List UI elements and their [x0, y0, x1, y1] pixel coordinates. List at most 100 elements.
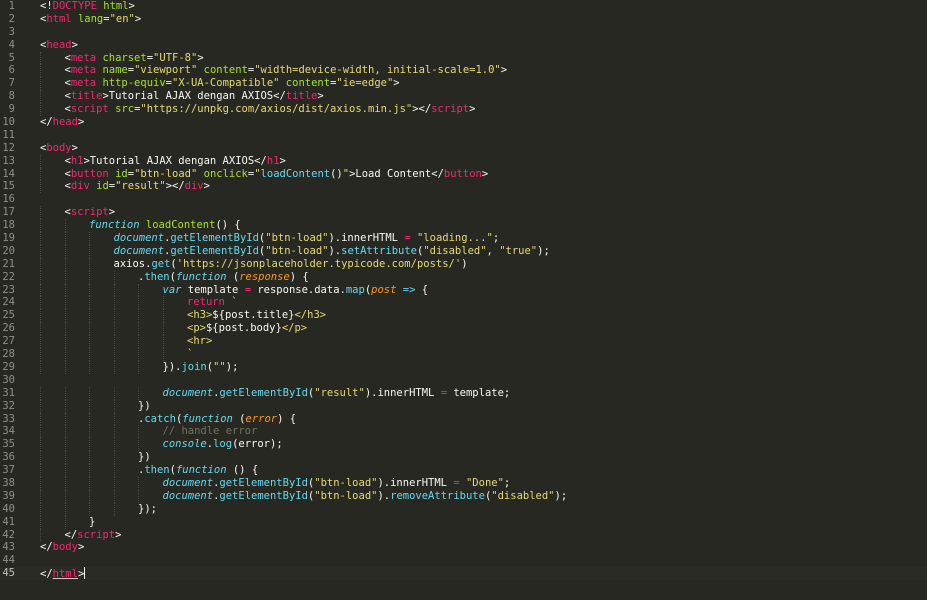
code-line[interactable]: 26 <p>${post.body}</p>	[0, 322, 927, 336]
indent-guide	[89, 348, 90, 361]
code-line[interactable]: 2 <html lang="en">	[0, 13, 927, 26]
line-number: 19	[2, 232, 15, 245]
indent-guide	[64, 515, 66, 529]
code-line[interactable]: 9 <script src="https://unpkg.com/axios/di…	[0, 103, 927, 117]
code-line[interactable]: 20 document.getElementById("btn-load").se…	[0, 244, 927, 258]
code-token: >	[71, 38, 78, 51]
line-number: 10	[2, 116, 15, 129]
indent-guide	[40, 167, 41, 181]
code-token: onclick	[203, 167, 248, 180]
code-editor[interactable]: 1 <!DOCTYPE html> 2 <html lang="en"> 3 4 <head…	[0, 0, 927, 600]
code-line[interactable]: 29}).join("");	[0, 360, 927, 374]
indent-guide	[64, 283, 66, 297]
code-line[interactable]: 8 <title>Tutorial AJAX dengan AXIOS</titl…	[0, 90, 927, 104]
indent-guide	[64, 476, 66, 490]
indent-guide	[40, 438, 41, 452]
code-token: h1	[266, 154, 280, 167]
code-line[interactable]: 21 axios.get('https://jsonplaceholder.typ…	[0, 257, 927, 271]
indent-guide	[162, 309, 164, 323]
line-number: 12	[2, 141, 15, 154]
code-lines[interactable]: 1 <!DOCTYPE html> 2 <html lang="en"> 3 4 <head…	[0, 0, 927, 580]
code-text: </html>	[40, 567, 86, 581]
indent-guide	[40, 257, 41, 271]
code-token: meta	[70, 51, 97, 64]
code-line[interactable]: 25 <h3>${post.title}</h3>	[0, 309, 927, 323]
text-caret	[84, 567, 86, 580]
code-line[interactable]: 36})	[0, 451, 927, 465]
code-token: script	[77, 528, 116, 541]
code-line[interactable]: 19 document.getElementById("btn-load").in…	[0, 232, 927, 245]
code-line[interactable]: 12 <body>	[0, 142, 927, 155]
code-line[interactable]: 11	[0, 129, 927, 142]
code-line[interactable]: 1 <!DOCTYPE html>	[0, 0, 927, 13]
indent-guide	[113, 438, 115, 452]
code-text: })	[138, 451, 151, 464]
indent-guide	[138, 283, 139, 297]
code-line[interactable]: 16	[0, 193, 927, 206]
code-line[interactable]: 39 document.getElementById("btn-load").re…	[0, 489, 927, 503]
code-line[interactable]: 32})	[0, 399, 927, 413]
indent-guide	[64, 399, 66, 413]
indent-guide	[113, 309, 115, 323]
code-line[interactable]: 23 var template = response.data.map(post …	[0, 283, 927, 297]
line-number: 41	[2, 515, 15, 528]
line-number: 40	[2, 502, 15, 515]
code-line[interactable]: 42 </script>	[0, 528, 927, 542]
code-line[interactable]: 6 <meta name="viewport" content="width=de…	[0, 64, 927, 78]
code-line[interactable]: 18 function loadContent() {	[0, 219, 927, 233]
code-line[interactable]: 40});	[0, 502, 927, 516]
code-token: setAttribute	[341, 244, 417, 257]
code-line[interactable]: 31 document.getElementById("result").inne…	[0, 386, 927, 400]
code-line[interactable]: 43 </body>	[0, 541, 927, 554]
code-token: src	[115, 103, 135, 116]
indent-guide	[40, 451, 41, 465]
code-token: </	[64, 528, 78, 541]
line-number: 37	[2, 464, 15, 477]
code-token: >	[71, 141, 78, 154]
code-text: </body>	[40, 541, 84, 554]
line-number: 39	[2, 489, 15, 502]
code-text: function loadContent() {	[89, 219, 241, 232]
code-line[interactable]: 38 document.getElementById("btn-load").in…	[0, 476, 927, 490]
code-line[interactable]: 41}	[0, 515, 927, 529]
code-line[interactable]: 5 <meta charset="UTF-8">	[0, 51, 927, 65]
code-line[interactable]: 37 .then(function () {	[0, 464, 927, 477]
indent-guide	[40, 399, 41, 413]
code-token: >	[500, 64, 508, 77]
code-line[interactable]: 22 .then(function (response) {	[0, 270, 927, 284]
code-line[interactable]: 17 <script>	[0, 206, 927, 220]
code-line[interactable]: 34 // handle error	[0, 425, 927, 439]
code-line[interactable]: 3	[0, 26, 927, 39]
code-line[interactable]: 15 <div id="result"></div>	[0, 180, 927, 194]
indent-guide	[40, 322, 41, 336]
code-line[interactable]: 44	[0, 554, 927, 567]
code-line[interactable]: 45 </html>	[0, 567, 927, 580]
code-token: </h3>	[294, 309, 327, 322]
code-token: meta	[70, 77, 97, 90]
code-line[interactable]: 27 <hr>	[0, 335, 927, 349]
code-token: document	[162, 489, 214, 502]
indent-guide	[64, 335, 66, 349]
code-line[interactable]: 33 .catch(function (error) {	[0, 412, 927, 426]
code-token: body	[46, 141, 72, 154]
code-line[interactable]: 24 return `	[0, 296, 927, 310]
code-line[interactable]: 28 `	[0, 348, 927, 361]
indent-guide	[138, 489, 139, 503]
line-number: 30	[2, 373, 15, 386]
code-line[interactable]: 30	[0, 374, 927, 387]
indent-guide	[64, 219, 66, 233]
code-token: button	[443, 167, 482, 180]
indent-guide	[40, 206, 41, 220]
code-line[interactable]: 35 console.log(error);	[0, 438, 927, 452]
code-line[interactable]: 10 </head>	[0, 116, 927, 129]
code-line[interactable]: 13 <h1>Tutorial AJAX dengan AXIOS</h1>	[0, 154, 927, 168]
code-line[interactable]: 4 <head>	[0, 39, 927, 52]
line-number: 42	[2, 528, 15, 541]
code-token: response	[239, 270, 290, 283]
code-line[interactable]: 14 <button id="btn-load" onclick="loadCon…	[0, 167, 927, 181]
code-line[interactable]: 7 <meta http-equiv="X-UA-Compatible" cont…	[0, 77, 927, 91]
code-text: })	[138, 400, 151, 413]
indent-guide	[113, 399, 115, 413]
line-number: 15	[2, 180, 15, 193]
code-token: >	[77, 541, 85, 554]
